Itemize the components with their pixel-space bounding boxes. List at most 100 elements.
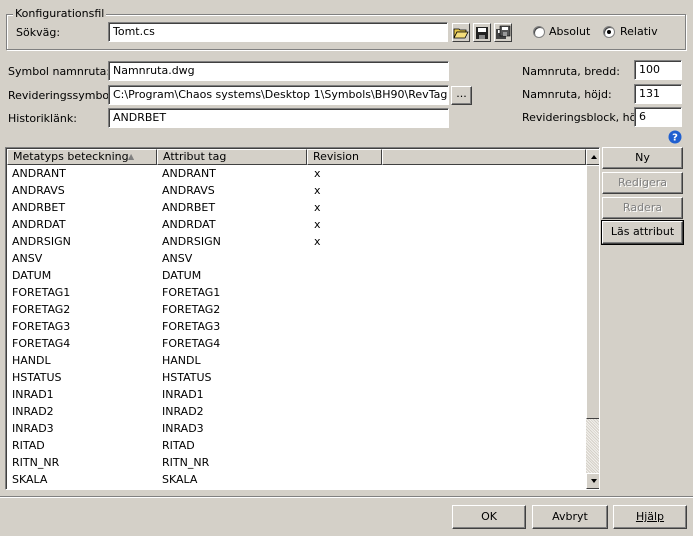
cell-meta: INRAD1 (12, 388, 54, 401)
cell-tag: FORETAG4 (162, 337, 221, 350)
height-label: Namnruta, höjd: (522, 88, 612, 101)
cell-meta: RITN_NR (12, 456, 60, 469)
cell-meta: SKALA (12, 473, 48, 486)
config-group-title: Konfigurationsfil (13, 7, 107, 20)
cell-meta: DATUM (12, 269, 52, 282)
table-row[interactable]: INRAD1 INRAD1 (7, 386, 585, 403)
column-header-tag[interactable]: Attribut tag (157, 149, 307, 165)
cell-meta: INRAD3 (12, 422, 54, 435)
cell-meta: ANSV (12, 252, 43, 265)
new-button[interactable]: Ny (602, 147, 683, 169)
cell-tag: INRAD2 (162, 405, 204, 418)
path-input[interactable]: Tomt.cs (108, 22, 448, 42)
folder-open-icon (453, 28, 469, 39)
cell-tag: ANDRSIGN (162, 235, 221, 248)
cell-meta: INRAD2 (12, 405, 54, 418)
table-row[interactable]: ANDRANT ANDRANT x (7, 165, 585, 182)
arrow-up-icon (591, 155, 597, 159)
table-row[interactable]: RITAD RITAD (7, 437, 585, 454)
cell-meta: ANDRAVS (12, 184, 65, 197)
radio-relative-label[interactable]: Relativ (620, 25, 658, 39)
table-row[interactable]: ANDRAVS ANDRAVS x (7, 182, 585, 199)
scroll-up-button[interactable] (586, 149, 599, 165)
radio-absolute[interactable] (533, 26, 545, 38)
table-row[interactable]: HSTATUS HSTATUS (7, 369, 585, 386)
table-row[interactable]: ANDRSIGN ANDRSIGN x (7, 233, 585, 250)
cell-tag: FORETAG3 (162, 320, 221, 333)
cell-tag: HANDL (162, 354, 201, 367)
delete-button[interactable]: Radera (602, 197, 683, 219)
save-as-icon (496, 25, 511, 39)
table-row[interactable]: ANDRDAT ANDRDAT x (7, 216, 585, 233)
cell-meta: HANDL (12, 354, 51, 367)
save-as-button[interactable] (494, 23, 512, 42)
table-row[interactable]: INRAD2 INRAD2 (7, 403, 585, 420)
history-input[interactable]: ANDRBET (108, 108, 449, 128)
column-header-meta-label: Metatyps beteckning (13, 150, 129, 163)
symbol-label: Symbol namnruta: (8, 65, 111, 78)
column-header-revision[interactable]: Revision (307, 149, 382, 165)
cell-meta: ANDRANT (12, 167, 66, 180)
radio-relative[interactable] (603, 26, 615, 38)
rev-height-input[interactable]: 6 (634, 107, 682, 127)
table-row[interactable]: RITN_NR RITN_NR (7, 454, 585, 471)
cell-meta: ANDRDAT (12, 218, 66, 231)
footer-separator (0, 496, 693, 498)
table-row[interactable]: DATUM DATUM (7, 267, 585, 284)
cancel-button[interactable]: Avbryt (532, 505, 608, 529)
cell-tag: ANDRANT (162, 167, 216, 180)
cell-revision: x (314, 235, 321, 248)
cell-tag: ANDRBET (162, 201, 216, 214)
cell-tag: FORETAG1 (162, 286, 221, 299)
cell-tag: ANSV (162, 252, 193, 265)
table-row[interactable]: FORETAG3 FORETAG3 (7, 318, 585, 335)
save-file-button[interactable] (473, 23, 491, 42)
edit-button[interactable]: Redigera (602, 172, 683, 194)
radio-absolute-label[interactable]: Absolut (549, 25, 590, 39)
scroll-down-button[interactable] (586, 473, 599, 489)
open-file-button[interactable] (452, 23, 470, 42)
path-label: Sökväg: (16, 26, 61, 39)
height-input[interactable]: 131 (634, 84, 682, 104)
cell-meta: ANDRBET (12, 201, 66, 214)
arrow-down-icon (591, 479, 597, 483)
width-label: Namnruta, bredd: (522, 65, 620, 78)
attribute-list[interactable]: Metatyps beteckning ▲ Attribut tag Revis… (5, 147, 600, 490)
browse-button[interactable]: ... (451, 86, 472, 105)
cell-meta: HSTATUS (12, 371, 62, 384)
table-row[interactable]: SKALA SKALA (7, 471, 585, 488)
column-header-filler (382, 149, 586, 165)
table-row[interactable]: FORETAG1 FORETAG1 (7, 284, 585, 301)
column-header-meta[interactable]: Metatyps beteckning ▲ (7, 149, 157, 165)
table-row[interactable]: INRAD3 INRAD3 (7, 420, 585, 437)
ok-button[interactable]: OK (452, 505, 526, 529)
cell-tag: ANDRDAT (162, 218, 216, 231)
read-attributes-button[interactable]: Läs attribut (601, 220, 684, 245)
cell-meta: FORETAG4 (12, 337, 71, 350)
help-button[interactable]: Hjälp (613, 505, 687, 529)
width-input[interactable]: 100 (634, 60, 682, 80)
cell-tag: ANDRAVS (162, 184, 215, 197)
cell-meta: FORETAG3 (12, 320, 71, 333)
cell-tag: FORETAG2 (162, 303, 221, 316)
table-row[interactable]: FORETAG2 FORETAG2 (7, 301, 585, 318)
help-question-icon[interactable]: ? (668, 130, 682, 144)
cell-revision: x (314, 218, 321, 231)
revision-symbol-label: Revideringssymbol: (8, 89, 116, 102)
table-row[interactable]: ANDRBET ANDRBET x (7, 199, 585, 216)
symbol-input[interactable]: Namnruta.dwg (108, 61, 449, 81)
floppy-save-icon (476, 27, 488, 39)
cell-tag: INRAD3 (162, 422, 204, 435)
rev-height-label: Revideringsblock, höjd: (522, 111, 651, 124)
revision-symbol-input[interactable]: C:\Program\Chaos systems\Desktop 1\Symbo… (108, 85, 449, 105)
table-row[interactable]: ANSV ANSV (7, 250, 585, 267)
vertical-scrollbar[interactable] (586, 149, 599, 489)
history-label: Historiklänk: (8, 112, 77, 125)
cell-tag: INRAD1 (162, 388, 204, 401)
cell-tag: DATUM (162, 269, 202, 282)
cell-meta: FORETAG1 (12, 286, 71, 299)
table-row[interactable]: FORETAG4 FORETAG4 (7, 335, 585, 352)
scroll-thumb[interactable] (586, 165, 599, 419)
cell-meta: FORETAG2 (12, 303, 71, 316)
table-row[interactable]: HANDL HANDL (7, 352, 585, 369)
